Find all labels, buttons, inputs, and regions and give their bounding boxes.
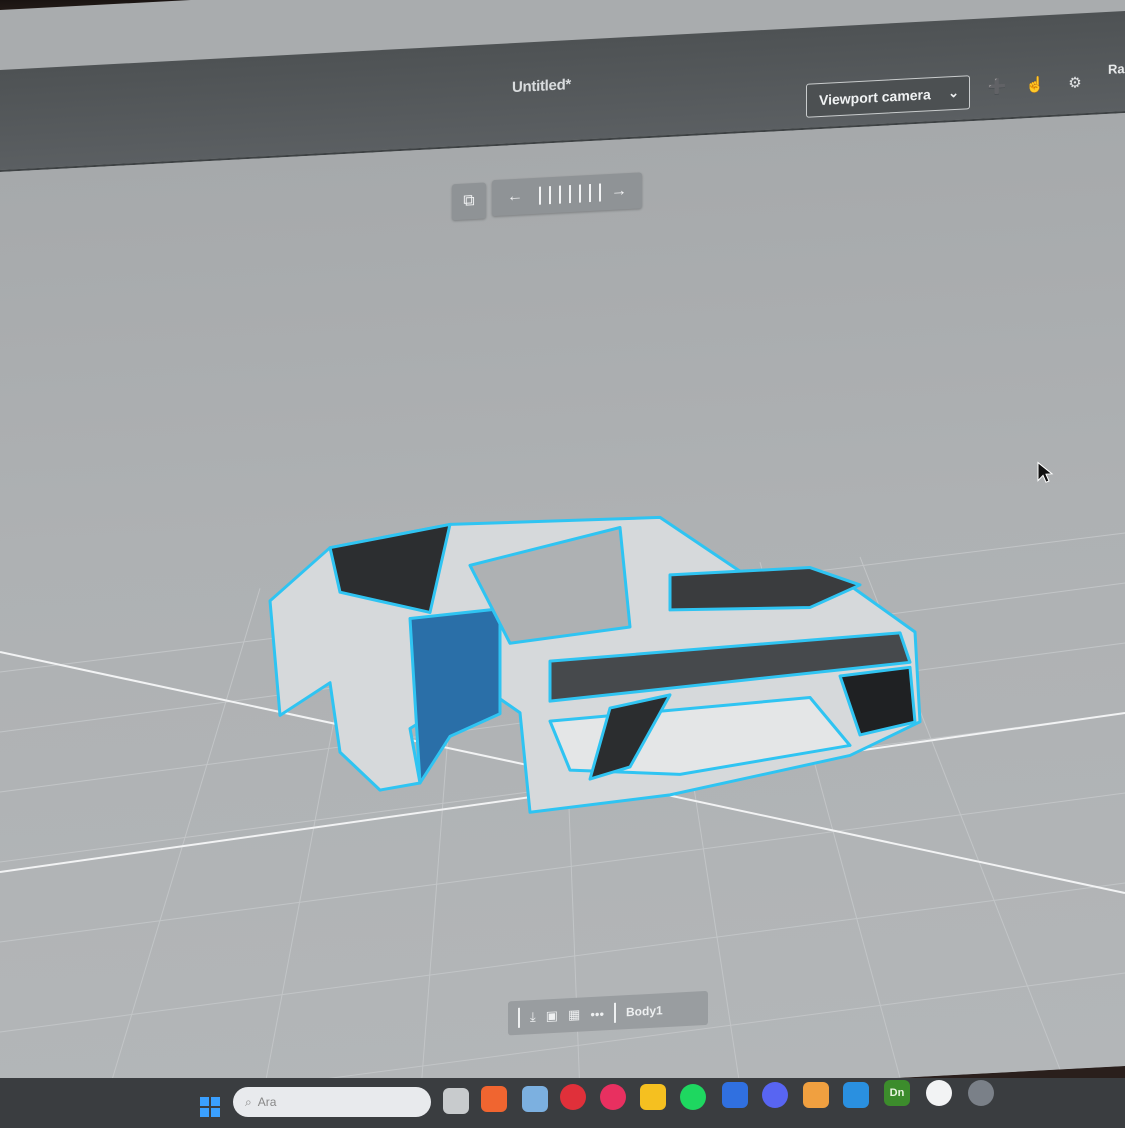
add-camera-icon[interactable]: ➕ <box>984 75 1010 98</box>
search-icon: ⌕ <box>245 1094 252 1109</box>
start-icon[interactable] <box>200 1097 220 1117</box>
explorer-icon[interactable] <box>443 1088 469 1114</box>
view-cube-icon[interactable]: ⧉ <box>452 182 486 221</box>
render-label[interactable]: Ra <box>1108 61 1125 77</box>
arrow-left-icon[interactable]: ← <box>507 188 523 207</box>
camera-from-view-icon[interactable]: ☝ <box>1022 73 1048 96</box>
mouse-cursor-icon <box>1037 461 1054 483</box>
camera-settings-icon[interactable]: ⚙ <box>1062 71 1088 94</box>
window-title: Untitled* <box>512 76 571 97</box>
toolbar-divider <box>518 1007 520 1028</box>
selected-object-label: Body1 <box>626 1003 663 1020</box>
search-placeholder: Ara <box>257 1095 277 1109</box>
toolbar-divider <box>614 1002 616 1023</box>
spotify-icon[interactable] <box>680 1084 706 1110</box>
timeline-track[interactable] <box>531 183 603 206</box>
files-icon[interactable] <box>640 1084 666 1110</box>
viewport-camera-label: Viewport camera <box>819 86 931 109</box>
browser-red-icon[interactable] <box>560 1084 586 1110</box>
opera-icon[interactable] <box>600 1084 626 1110</box>
photos-icon[interactable] <box>522 1086 548 1112</box>
taskbar-search-input[interactable]: ⌕ Ara <box>233 1087 431 1117</box>
monitor-icon[interactable] <box>843 1082 869 1108</box>
dimension-icon[interactable]: Dn <box>884 1080 910 1106</box>
app-icon[interactable] <box>926 1080 952 1106</box>
chevron-down-icon: ⌄ <box>948 84 959 101</box>
gallery-icon[interactable] <box>803 1082 829 1108</box>
layers-icon[interactable]: ▣ <box>546 1008 558 1025</box>
appearance-icon[interactable]: ▦ <box>568 1007 580 1024</box>
git-icon[interactable] <box>481 1086 507 1112</box>
settings-icon[interactable] <box>968 1080 994 1106</box>
app-window: Untitled* Viewport camera ⌄ ➕ ☝ ⚙ Ra ⧉ ←… <box>0 0 1125 1125</box>
import-icon[interactable]: ⤓ <box>530 1009 536 1025</box>
more-icon[interactable]: ••• <box>590 1006 604 1022</box>
network-icon[interactable] <box>722 1082 748 1108</box>
arrow-right-icon[interactable]: → <box>611 182 627 201</box>
discord-icon[interactable] <box>762 1082 788 1108</box>
car-body-model[interactable] <box>250 491 940 857</box>
